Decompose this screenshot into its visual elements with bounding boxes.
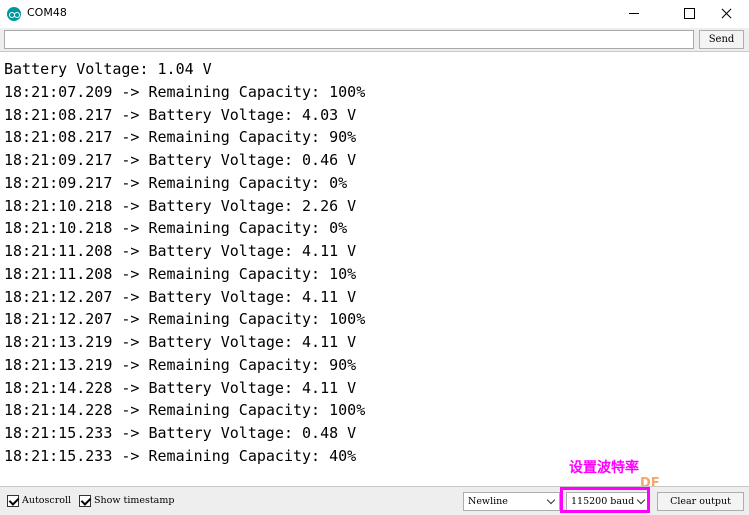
baud-highlight-box bbox=[560, 487, 650, 513]
send-button[interactable]: Send bbox=[699, 30, 744, 49]
console-line: 18:21:10.218 -> Battery Voltage: 2.26 V bbox=[4, 196, 357, 215]
console-line: 18:21:08.217 -> Battery Voltage: 4.03 V bbox=[4, 105, 357, 124]
arduino-icon bbox=[7, 7, 21, 21]
minimize-icon[interactable] bbox=[611, 0, 657, 28]
window-title: COM48 bbox=[27, 6, 67, 19]
chevron-down-icon bbox=[546, 495, 556, 505]
console-line: 18:21:13.219 -> Remaining Capacity: 90% bbox=[4, 355, 357, 374]
console-line: 18:21:11.208 -> Remaining Capacity: 10% bbox=[4, 264, 357, 283]
console-line: 18:21:13.219 -> Battery Voltage: 4.11 V bbox=[4, 333, 357, 351]
console-line: 18:21:15.233 -> Battery Voltage: 0.48 V bbox=[4, 424, 357, 442]
console-line: 18:21:12.207 -> Battery Voltage: 4.11 V bbox=[4, 287, 357, 306]
console-line: 18:21:09.217 -> Battery Voltage: 0.46 V bbox=[4, 151, 357, 169]
autoscroll-checkbox[interactable] bbox=[7, 495, 19, 507]
console-line: 18:21:08.217 -> Remaining Capacity: 90% bbox=[4, 128, 357, 147]
console-line: 18:21:14.228 -> Remaining Capacity: 100% bbox=[4, 401, 366, 420]
console-line: 18:21:14.228 -> Battery Voltage: 4.11 V bbox=[4, 378, 357, 397]
console-line: 18:21:10.218 -> Remaining Capacity: 0% bbox=[4, 219, 348, 238]
line-ending-select[interactable]: Newline bbox=[463, 492, 560, 511]
console-line: 18:21:09.217 -> Remaining Capacity: 0% bbox=[4, 173, 348, 192]
baud-annotation: 设置波特率 bbox=[569, 460, 639, 476]
console-line: 18:21:12.207 -> Remaining Capacity: 100% bbox=[4, 310, 366, 329]
line-ending-value: Newline bbox=[468, 496, 508, 507]
console-line: Battery Voltage: 1.04 V bbox=[4, 60, 212, 78]
title-bar: COM48 bbox=[0, 0, 749, 28]
timestamp-label: Show timestamp bbox=[94, 495, 175, 506]
clear-output-button[interactable]: Clear output bbox=[657, 492, 744, 511]
send-bar: Send bbox=[0, 28, 749, 52]
autoscroll-label: Autoscroll bbox=[22, 495, 72, 506]
timestamp-checkbox[interactable] bbox=[79, 495, 91, 507]
send-input[interactable] bbox=[4, 30, 694, 49]
console-line: 18:21:11.208 -> Battery Voltage: 4.11 V bbox=[4, 242, 357, 260]
serial-output[interactable]: Battery Voltage: 1.04 V 18:21:07.209 -> R… bbox=[0, 53, 749, 486]
close-icon[interactable] bbox=[703, 0, 749, 28]
console-line: 18:21:07.209 -> Remaining Capacity: 100% bbox=[4, 82, 366, 101]
